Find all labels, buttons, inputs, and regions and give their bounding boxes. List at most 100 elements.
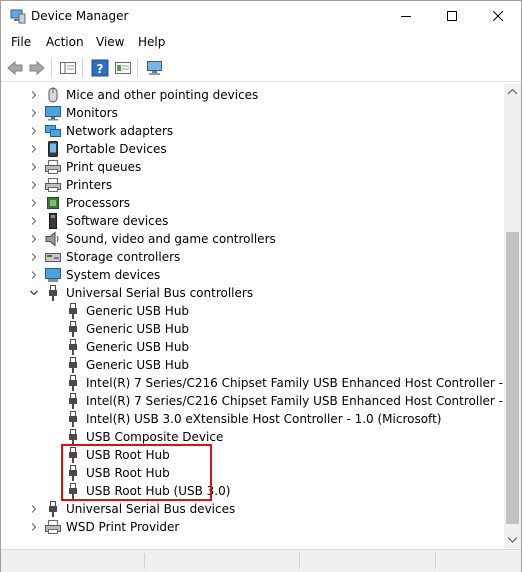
tree-item-label: Universal Serial Bus controllers [66,286,254,300]
tree-item-label: Monitors [66,106,118,120]
expand-toggle[interactable] [28,500,40,518]
expand-toggle[interactable] [28,230,40,248]
chevron-right-icon[interactable] [29,108,39,118]
tree-item-label: Generic USB Hub [86,358,190,372]
scroll-up-arrow-icon[interactable] [508,89,517,95]
chevron-right-icon[interactable] [29,162,39,172]
printer-icon [45,160,61,174]
chevron-right-icon[interactable] [29,216,39,226]
minimize-icon [401,16,411,17]
tree-item-label: Intel(R) USB 3.0 eXtensible Host Control… [86,412,442,426]
toolbar-separator [137,59,138,77]
menu-view[interactable]: View [96,35,124,49]
tree-item-label: Network adapters [66,124,174,138]
tree-item-label: Mice and other pointing devices [66,88,259,102]
properties-icon[interactable] [114,59,132,77]
expand-toggle[interactable] [28,194,40,212]
window-title: Device Manager [31,9,129,23]
tree-item-label: Processors [66,196,131,210]
scroll-down-arrow-icon[interactable] [508,537,517,543]
menu-action[interactable]: Action [46,35,84,49]
chevron-right-icon[interactable] [29,504,39,514]
toolbar-separator [82,59,83,77]
expand-toggle[interactable] [28,176,40,194]
toolbar-separator [51,59,52,77]
network-adapter-icon [45,125,61,137]
scrollbar-thumb[interactable] [506,232,519,524]
expand-toggle[interactable] [28,518,40,536]
system-device-icon [45,268,61,282]
usb-icon [69,303,77,319]
chevron-down-icon[interactable] [29,288,39,298]
software-device-icon [49,213,57,229]
tree-item-label: WSD Print Provider [66,520,180,534]
collapse-toggle[interactable] [28,284,40,302]
tree-item-label: Sound, video and game controllers [66,232,276,246]
close-button[interactable] [475,1,521,31]
tree-item-label: Generic USB Hub [86,304,190,318]
chevron-right-icon[interactable] [29,252,39,262]
expand-toggle[interactable] [28,86,40,104]
tree-item-label: Print queues [66,160,142,174]
back-arrow-icon[interactable] [6,59,24,77]
device-manager-app-icon [10,9,26,24]
maximize-icon [447,11,457,21]
scan-hardware-changes-icon[interactable] [146,59,164,77]
tree-item-label: Intel(R) 7 Series/C216 Chipset Family US… [86,376,504,390]
chevron-right-icon[interactable] [29,144,39,154]
usb-icon [69,375,77,391]
storage-controller-icon [45,253,61,262]
printer-icon [45,178,61,192]
tree-item-label: Software devices [66,214,169,228]
expand-toggle[interactable] [28,266,40,284]
chevron-right-icon[interactable] [29,198,39,208]
minimize-button[interactable] [383,1,429,31]
usb-icon [69,429,77,445]
title-bar[interactable]: Device Manager [1,1,521,31]
vertical-scrollbar[interactable] [504,84,521,548]
printer-icon [45,520,61,534]
usb-icon [69,393,77,409]
status-separator [144,553,145,569]
expand-toggle[interactable] [28,212,40,230]
expand-toggle[interactable] [28,104,40,122]
menu-bar: File Action View Help [1,32,521,54]
chevron-right-icon[interactable] [29,180,39,190]
tree-item-label: Portable Devices [66,142,167,156]
expand-toggle[interactable] [28,140,40,158]
chevron-right-icon[interactable] [29,270,39,280]
processor-icon [47,197,59,209]
help-icon[interactable]: ? [91,59,109,77]
tree-item-label: Universal Serial Bus devices [66,502,236,516]
show-hide-console-tree-icon[interactable] [59,59,77,77]
tree-item-label: Storage controllers [66,250,181,264]
tree-item-label: System devices [66,268,161,282]
usb-icon [69,411,77,427]
chevron-right-icon[interactable] [29,234,39,244]
expand-toggle[interactable] [28,248,40,266]
mouse-icon [48,87,58,103]
status-separator [299,553,300,569]
toolbar: ? [1,55,521,82]
chevron-right-icon[interactable] [29,90,39,100]
chevron-right-icon[interactable] [29,126,39,136]
speaker-icon [45,231,59,247]
expand-toggle[interactable] [28,158,40,176]
expand-toggle[interactable] [28,122,40,140]
usb-icon [49,501,57,517]
status-bar [1,549,521,572]
svg-text:?: ? [97,62,104,76]
portable-device-icon [48,141,58,157]
close-icon [493,11,503,21]
usb-icon [69,357,77,373]
tree-item-label: Intel(R) 7 Series/C216 Chipset Family US… [86,394,504,408]
menu-file[interactable]: File [11,35,31,49]
maximize-button[interactable] [429,1,475,31]
forward-arrow-icon[interactable] [28,59,46,77]
chevron-right-icon[interactable] [29,522,39,532]
tree-item-label: Generic USB Hub [86,340,190,354]
usb-icon [69,339,77,355]
menu-help[interactable]: Help [138,35,165,49]
status-separator [435,553,436,569]
monitor-icon [45,106,61,121]
